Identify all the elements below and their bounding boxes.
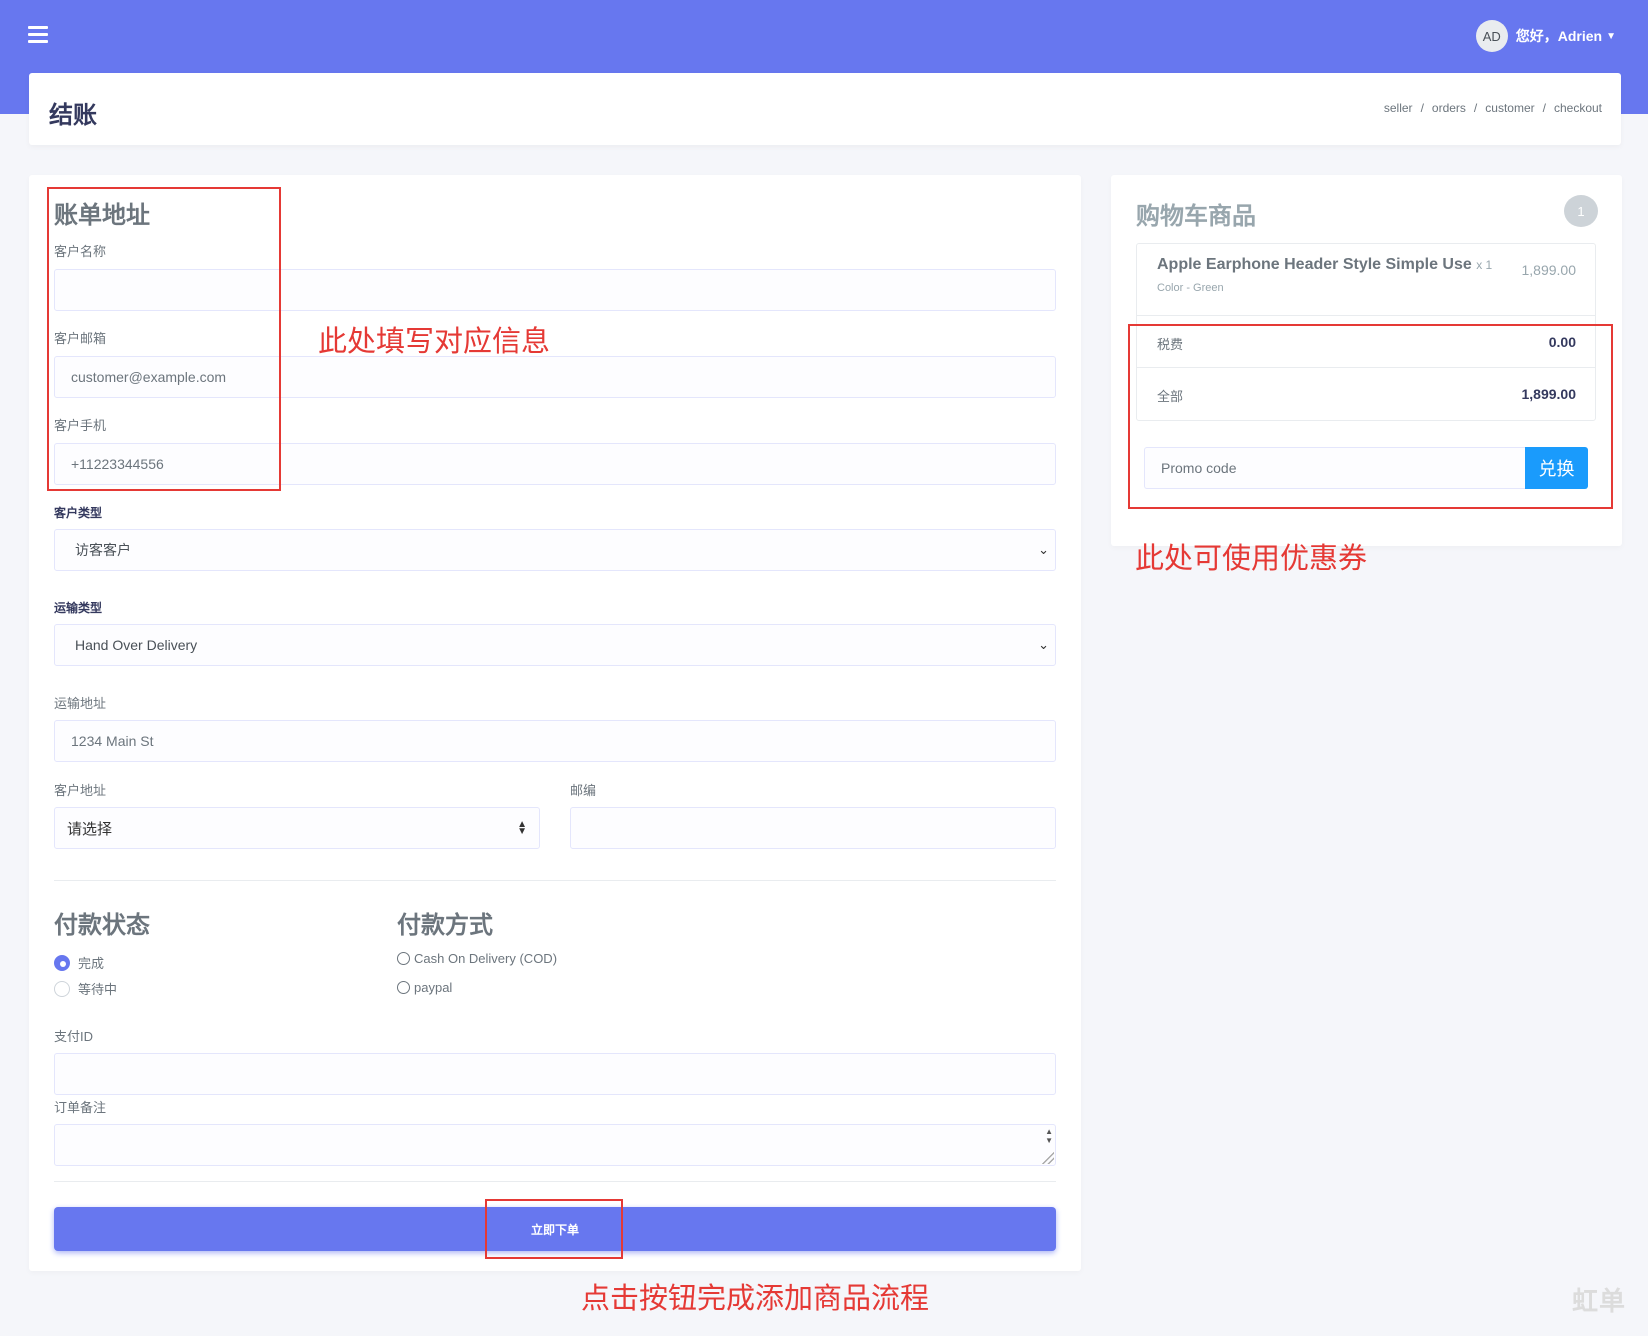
order-note-textarea[interactable] bbox=[54, 1124, 1056, 1166]
divider bbox=[54, 1181, 1056, 1182]
user-dropdown[interactable]: AD 您好，Adrien ▼ bbox=[1475, 20, 1616, 52]
watermark-logo: 虹单 bbox=[1571, 1286, 1626, 1316]
radio-unchecked-icon[interactable] bbox=[54, 980, 70, 997]
breadcrumb-orders[interactable]: orders bbox=[1432, 101, 1466, 115]
annotation-submit: 点击按钮完成添加商品流程 bbox=[581, 1283, 930, 1315]
user-greeting: 您好，Adrien bbox=[1515, 28, 1603, 44]
payment-status-pending[interactable]: 等待中 bbox=[54, 979, 117, 998]
chevron-down-icon: ⌄ bbox=[1038, 637, 1049, 652]
avatar: AD bbox=[1475, 20, 1508, 52]
payment-status-title: 付款状态 bbox=[54, 912, 150, 939]
payment-id-label: 支付ID bbox=[54, 1029, 94, 1044]
radio-label: 等待中 bbox=[78, 982, 118, 997]
shipping-type-label: 运输类型 bbox=[54, 601, 103, 615]
divider bbox=[54, 880, 1056, 881]
payment-id-input[interactable] bbox=[54, 1053, 1056, 1095]
shipping-type-select[interactable]: Hand Over Delivery ⌄ bbox=[54, 624, 1056, 666]
payment-method-title: 付款方式 bbox=[397, 912, 493, 939]
breadcrumb-customer[interactable]: customer bbox=[1485, 101, 1534, 115]
zip-label: 邮编 bbox=[570, 783, 597, 798]
customer-type-value: 访客客户 bbox=[75, 542, 131, 558]
radio-unchecked-icon[interactable] bbox=[397, 952, 410, 965]
cart-count-badge: 1 bbox=[1564, 195, 1598, 227]
breadcrumb-checkout: checkout bbox=[1553, 101, 1602, 115]
menu-toggle-icon[interactable] bbox=[28, 26, 48, 44]
order-note-label: 订单备注 bbox=[54, 1100, 107, 1115]
shipping-type-value: Hand Over Delivery bbox=[75, 637, 198, 653]
caret-down-icon: ▼ bbox=[1606, 30, 1616, 42]
cart-item-variant: Color - Green bbox=[1157, 282, 1224, 294]
annotation-box-coupon bbox=[1128, 324, 1613, 509]
customer-type-select[interactable]: 访客客户 ⌄ bbox=[54, 529, 1056, 571]
payment-method-paypal[interactable]: paypal bbox=[397, 980, 452, 995]
shipping-address-input[interactable]: 1234 Main St bbox=[54, 720, 1056, 762]
customer-type-label: 客户类型 bbox=[54, 506, 103, 520]
breadcrumb-seller[interactable]: seller bbox=[1384, 101, 1413, 115]
zip-input[interactable] bbox=[570, 807, 1056, 849]
annotation-fill-info: 此处填写对应信息 bbox=[318, 326, 551, 358]
cart-item-price: 1,899.00 bbox=[1521, 262, 1577, 278]
breadcrumb: seller / orders / customer / checkout bbox=[1383, 101, 1602, 115]
cart-title: 购物车商品 bbox=[1136, 203, 1256, 230]
cart-item-name: Apple Earphone Header Style Simple Use x… bbox=[1157, 256, 1493, 273]
shipping-address-label: 运输地址 bbox=[54, 696, 107, 711]
select-arrows-icon: ▲ ▼ bbox=[517, 819, 527, 837]
radio-label: Cash On Delivery (COD) bbox=[414, 951, 558, 966]
annotation-box-submit bbox=[485, 1199, 623, 1259]
radio-unchecked-icon[interactable] bbox=[397, 981, 410, 994]
radio-label: paypal bbox=[414, 980, 453, 995]
page-header: 结账 seller / orders / customer / checkout bbox=[29, 73, 1621, 145]
customer-address-value: 请选择 bbox=[67, 820, 113, 838]
payment-method-cod[interactable]: Cash On Delivery (COD) bbox=[397, 951, 557, 966]
page-title: 结账 bbox=[49, 102, 97, 129]
radio-checked-icon[interactable] bbox=[54, 954, 70, 971]
cart-item-qty: x 1 bbox=[1476, 258, 1493, 272]
customer-address-label: 客户地址 bbox=[54, 783, 107, 798]
payment-status-done[interactable]: 完成 bbox=[54, 953, 104, 972]
chevron-down-icon: ⌄ bbox=[1038, 542, 1049, 557]
annotation-coupon: 此处可使用优惠券 bbox=[1135, 543, 1368, 575]
customer-address-select[interactable]: 请选择 ▲ ▼ bbox=[54, 807, 540, 849]
radio-label: 完成 bbox=[78, 956, 105, 971]
cart-item: Apple Earphone Header Style Simple Use x… bbox=[1137, 244, 1595, 316]
annotation-box-billing bbox=[47, 187, 281, 491]
